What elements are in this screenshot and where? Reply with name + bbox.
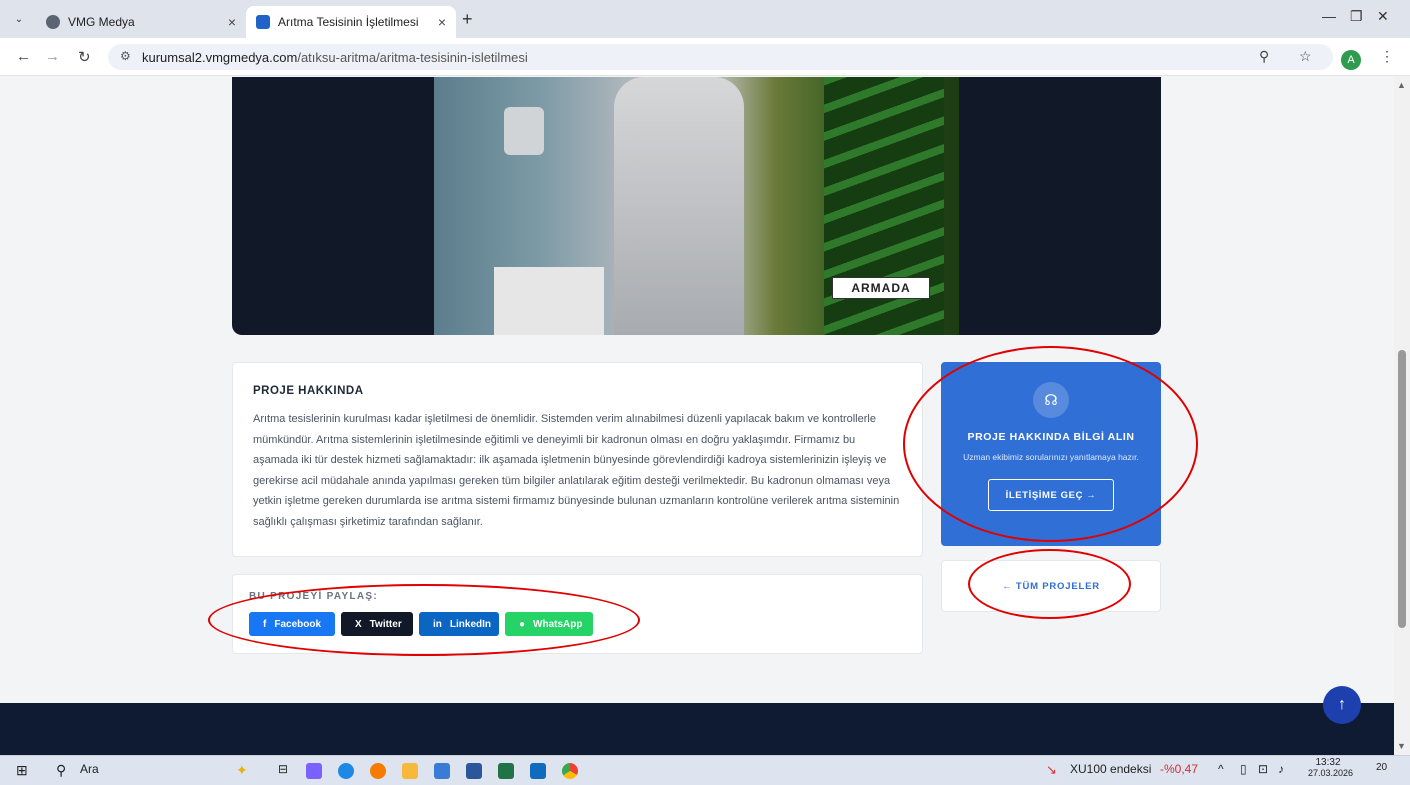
annotation-ellipse-share	[208, 584, 640, 656]
zoom-icon[interactable]: ⚲	[1259, 48, 1269, 65]
volume-icon[interactable]: ♪	[1278, 762, 1284, 776]
word-icon[interactable]	[466, 763, 482, 779]
armada-logo: ARMADA	[832, 277, 930, 299]
network-icon[interactable]: ⊡	[1258, 762, 1268, 776]
tray-chevron-icon[interactable]: ^	[1218, 762, 1224, 776]
reload-icon[interactable]: ↻	[78, 48, 91, 66]
tab-close-button[interactable]: ×	[228, 14, 236, 30]
file-explorer-icon[interactable]	[402, 763, 418, 779]
search-icon[interactable]: ⚲	[56, 762, 66, 779]
taskbar-search-label[interactable]: Ara	[80, 762, 99, 776]
tab-vmg-medya[interactable]: VMG Medya ×	[36, 6, 246, 38]
tab-search-chevron-icon[interactable]: ⌄	[8, 8, 30, 30]
url-path: /atıksu-aritma/aritma-tesisinin-isletilm…	[297, 49, 528, 65]
outlook-icon[interactable]	[530, 763, 546, 779]
clock[interactable]: 13:32 27.03.2026	[1308, 757, 1354, 778]
site-settings-icon[interactable]: ⚙	[120, 49, 131, 63]
firefox-icon[interactable]	[370, 763, 386, 779]
tab-aritma-tesisi[interactable]: Arıtma Tesisinin İşletilmesi ×	[246, 6, 456, 38]
new-tab-button[interactable]: +	[462, 9, 473, 30]
stock-change: -%0,47	[1160, 762, 1199, 776]
close-window-icon[interactable]: ✕	[1377, 8, 1389, 25]
bookmark-star-icon[interactable]: ☆	[1299, 48, 1312, 65]
tab-title: VMG Medya	[68, 15, 135, 29]
equipment-box-shape	[494, 267, 604, 335]
notification-badge[interactable]: 20	[1376, 762, 1387, 773]
url-host: kurumsal2.vmgmedya.com	[142, 49, 298, 65]
copilot-sparkle-icon[interactable]: ✦	[236, 762, 248, 779]
about-heading: PROJE HAKKINDA	[253, 385, 364, 397]
annotation-ellipse-cta	[903, 346, 1198, 542]
annotation-ellipse-all-projects	[968, 549, 1131, 619]
profile-avatar[interactable]: A	[1341, 50, 1361, 70]
worker-suit-shape	[614, 77, 744, 335]
scroll-down-icon[interactable]: ▼	[1397, 741, 1406, 751]
stock-name[interactable]: XU100 endeksi	[1070, 762, 1151, 776]
chrome-icon[interactable]	[562, 763, 578, 779]
browser-tab-bar: ⌄ VMG Medya × Arıtma Tesisinin İşletilme…	[0, 0, 1410, 38]
battery-icon[interactable]: ▯	[1240, 762, 1247, 776]
copilot-icon[interactable]	[306, 763, 322, 779]
scroll-to-top-button[interactable]: ↑	[1323, 686, 1361, 724]
scrollbar-thumb[interactable]	[1398, 350, 1406, 628]
address-bar-row: ← → ↻ ⚙ kurumsal2.vmgmedya.com /atıksu-a…	[0, 38, 1410, 76]
filter-tank-shape	[504, 107, 544, 155]
site-favicon-icon	[256, 15, 270, 29]
edge-icon[interactable]	[338, 763, 354, 779]
task-view-icon[interactable]: ⊟	[278, 762, 288, 776]
store-icon[interactable]	[434, 763, 450, 779]
minimize-icon[interactable]: —	[1322, 8, 1336, 24]
scroll-up-icon[interactable]: ▲	[1397, 80, 1406, 90]
windows-taskbar: ⊞ ⚲ Ara ✦ ⊟ ↘ XU100 endeksi -%0,47 ^ ▯ ⊡…	[0, 755, 1410, 785]
about-project-card: PROJE HAKKINDA Arıtma tesislerinin kurul…	[232, 362, 923, 557]
forward-arrow-icon[interactable]: →	[45, 48, 60, 65]
restore-icon[interactable]: ❐	[1350, 8, 1363, 25]
page-viewport: ARMADA PROJE HAKKINDA Arıtma tesislerini…	[0, 77, 1394, 755]
excel-icon[interactable]	[498, 763, 514, 779]
browser-menu-icon[interactable]: ⋮	[1380, 48, 1394, 65]
clock-date: 27.03.2026	[1308, 768, 1354, 778]
tab-title: Arıtma Tesisinin İşletilmesi	[278, 15, 419, 29]
windows-start-icon[interactable]: ⊞	[16, 762, 28, 779]
stock-chart-icon: ↘	[1046, 762, 1057, 777]
site-footer	[0, 703, 1394, 755]
about-body: Arıtma tesislerinin kurulması kadar işle…	[253, 413, 900, 528]
page-scrollbar[interactable]: ▲ ▼	[1394, 77, 1410, 755]
globe-icon	[46, 15, 60, 29]
tab-close-button[interactable]: ×	[438, 14, 446, 30]
project-hero-image: ARMADA	[232, 77, 1161, 335]
url-field[interactable]: ⚙ kurumsal2.vmgmedya.com /atıksu-aritma/…	[108, 44, 1333, 70]
back-arrow-icon[interactable]: ←	[16, 48, 31, 65]
clock-time: 13:32	[1315, 757, 1341, 768]
